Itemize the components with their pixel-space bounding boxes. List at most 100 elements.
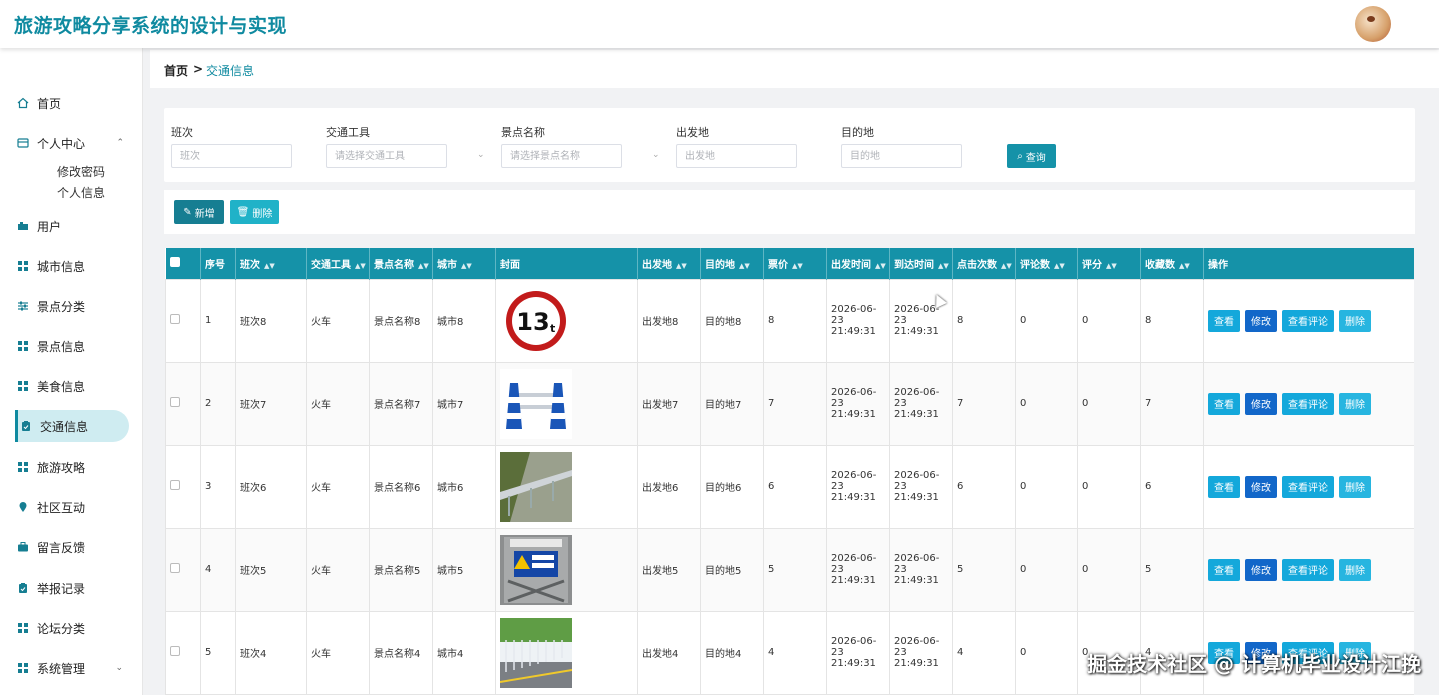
- table-row: 4 班次5 火车 景点名称5 城市5 出发地5 目的地5 5 2026-06-23 21:49:…: [165, 527, 1414, 612]
- spot-name-label: 景点名称: [501, 126, 545, 139]
- cell-to: 目的地4: [700, 610, 764, 695]
- column-header[interactable]: 班次 ▲▼: [235, 248, 307, 279]
- cell-spot: 景点名称7: [369, 361, 433, 446]
- view-comments-button[interactable]: 查看评论: [1282, 309, 1334, 332]
- cell-from: 出发地8: [637, 278, 701, 363]
- cell-vehicle: 火车: [306, 610, 370, 695]
- sort-icon: ▲▼: [875, 261, 886, 270]
- select-all-checkbox[interactable]: [165, 248, 201, 279]
- view-button[interactable]: 查看: [1208, 309, 1240, 332]
- grid-icon: [15, 462, 31, 472]
- sidebar-item-personal-center[interactable]: 个人中心 ⌃: [15, 127, 129, 159]
- view-button[interactable]: 查看: [1208, 558, 1240, 581]
- view-comments-button[interactable]: 查看评论: [1282, 475, 1334, 498]
- sidebar-item-spot-info[interactable]: 景点信息: [15, 330, 129, 362]
- edit-button[interactable]: 修改: [1245, 309, 1277, 332]
- column-header[interactable]: 到达时间 ▲▼: [889, 248, 953, 279]
- edit-button[interactable]: 修改: [1245, 475, 1277, 498]
- cell-city: 城市7: [432, 361, 496, 446]
- view-button[interactable]: 查看: [1208, 475, 1240, 498]
- sidebar-item-home[interactable]: 首页: [15, 87, 129, 119]
- cell-price: 5: [763, 527, 827, 612]
- sort-icon: ▲▼: [418, 261, 429, 270]
- sidebar-item-food-info[interactable]: 美食信息: [15, 370, 129, 402]
- sidebar-subitem-change-password[interactable]: 修改密码: [57, 163, 105, 180]
- table-row: 3 班次6 火车 景点名称6 城市6 出发地6 目的地6 6 2026-06-23 21:49:…: [165, 444, 1414, 529]
- delete-button[interactable]: 删除: [1339, 309, 1371, 332]
- sidebar-item-community[interactable]: 社区互动: [15, 491, 129, 523]
- column-header[interactable]: 票价 ▲▼: [763, 248, 827, 279]
- view-comments-button[interactable]: 查看评论: [1282, 392, 1334, 415]
- cell-city: 城市4: [432, 610, 496, 695]
- cell-price: 6: [763, 444, 827, 529]
- sidebar-item-users[interactable]: 用户: [15, 210, 129, 242]
- row-checkbox[interactable]: [165, 361, 201, 446]
- sidebar-subitem-personal-info[interactable]: 个人信息: [57, 184, 105, 201]
- sidebar-item-label: 举报记录: [37, 581, 86, 596]
- cell-depart: 2026-06-23 21:49:31: [826, 444, 890, 529]
- cell-depart: 2026-06-23 21:49:31: [826, 610, 890, 695]
- sidebar-item-feedback[interactable]: 留言反馈: [15, 531, 129, 563]
- shift-input[interactable]: [171, 144, 292, 168]
- column-header[interactable]: 点击次数 ▲▼: [952, 248, 1016, 279]
- cover-image: 13 t: [495, 278, 638, 363]
- sidebar-item-label: 交通信息: [40, 419, 89, 434]
- briefcase-icon: [15, 541, 31, 553]
- cell-price: 4: [763, 610, 827, 695]
- cell-shift: 班次7: [235, 361, 307, 446]
- app-title: 旅游攻略分享系统的设计与实现: [14, 15, 288, 37]
- row-checkbox[interactable]: [165, 278, 201, 363]
- column-header[interactable]: 目的地 ▲▼: [700, 248, 764, 279]
- batch-delete-button[interactable]: 🗑 删除: [230, 200, 279, 224]
- sidebar-item-traffic-info[interactable]: 交通信息: [15, 410, 129, 442]
- delete-button[interactable]: 删除: [1339, 558, 1371, 581]
- search-button[interactable]: ⌕ 查询: [1007, 144, 1056, 168]
- column-header[interactable]: 收藏数 ▲▼: [1140, 248, 1204, 279]
- avatar[interactable]: [1355, 6, 1391, 42]
- edit-button[interactable]: 修改: [1245, 392, 1277, 415]
- sidebar-item-system-management[interactable]: 系统管理 ⌄: [15, 652, 129, 684]
- cell-vehicle: 火车: [306, 444, 370, 529]
- sidebar-item-forum-category[interactable]: 论坛分类: [15, 612, 129, 644]
- sidebar-item-report-records[interactable]: 举报记录: [15, 572, 129, 604]
- sort-icon: ▲▼: [1001, 261, 1012, 270]
- cell-score: 0: [1077, 444, 1141, 529]
- chevron-down-icon: ⌄: [115, 663, 123, 673]
- destination-input[interactable]: [841, 144, 962, 168]
- row-checkbox[interactable]: [165, 610, 201, 695]
- sidebar-item-travel-guide[interactable]: 旅游攻略: [15, 451, 129, 483]
- location-icon: [15, 501, 31, 513]
- destination-label: 目的地: [841, 126, 874, 139]
- sidebar-item-spot-category[interactable]: 景点分类: [15, 290, 129, 322]
- delete-button[interactable]: 删除: [1339, 475, 1371, 498]
- clipboard-icon: [18, 420, 34, 432]
- column-header: 序号: [200, 248, 236, 279]
- vehicle-select[interactable]: [326, 144, 447, 168]
- column-header[interactable]: 出发时间 ▲▼: [826, 248, 890, 279]
- spot-name-select[interactable]: [501, 144, 622, 168]
- column-header: 操作: [1203, 248, 1414, 279]
- trash-icon: 🗑: [236, 206, 250, 218]
- cell-depart: 2026-06-23 21:49:31: [826, 361, 890, 446]
- view-button[interactable]: 查看: [1208, 392, 1240, 415]
- column-header[interactable]: 出发地 ▲▼: [637, 248, 701, 279]
- add-button[interactable]: ✎ 新增: [174, 200, 224, 224]
- add-button-label: 新增: [194, 208, 215, 220]
- departure-input[interactable]: [676, 144, 797, 168]
- column-header[interactable]: 城市 ▲▼: [432, 248, 496, 279]
- sort-icon: ▲▼: [676, 261, 687, 270]
- sidebar-item-city-info[interactable]: 城市信息: [15, 250, 129, 282]
- column-header[interactable]: 评论数 ▲▼: [1015, 248, 1078, 279]
- sliders-icon: [15, 300, 31, 312]
- edit-button[interactable]: 修改: [1245, 558, 1277, 581]
- view-comments-button[interactable]: 查看评论: [1282, 558, 1334, 581]
- grid-icon: [15, 623, 31, 633]
- row-checkbox[interactable]: [165, 444, 201, 529]
- column-header[interactable]: 景点名称 ▲▼: [369, 248, 433, 279]
- breadcrumb-home[interactable]: 首页: [164, 62, 188, 79]
- column-header[interactable]: 评分 ▲▼: [1077, 248, 1141, 279]
- row-checkbox[interactable]: [165, 527, 201, 612]
- cell-price: 8: [763, 278, 827, 363]
- delete-button[interactable]: 删除: [1339, 392, 1371, 415]
- column-header[interactable]: 交通工具 ▲▼: [306, 248, 370, 279]
